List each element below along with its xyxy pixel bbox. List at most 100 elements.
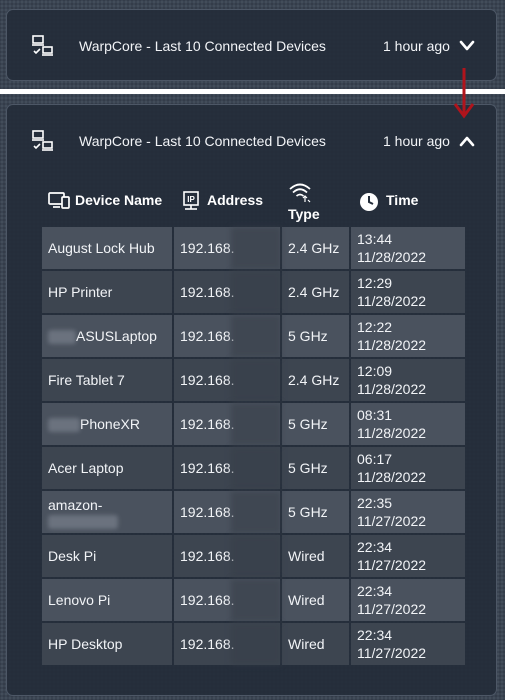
date-value: 11/27/2022 — [357, 513, 427, 529]
time-value: 22:34 — [357, 539, 393, 555]
expanded-widget-card: WarpCore - Last 10 Connected Devices 1 h… — [6, 104, 497, 696]
devices-table: August Lock Hub 192.168. 2.4 GHz 13:44 11/28… — [40, 225, 467, 667]
device-name: amazon- — [48, 497, 103, 513]
table-row[interactable]: Fire Tablet 7 192.168. 2.4 GHz 12:09 11/28/2… — [42, 359, 465, 401]
connection-type: Wired — [282, 623, 349, 665]
col-device-name[interactable]: Device Name — [75, 192, 162, 208]
device-list-icon — [48, 192, 70, 209]
date-value: 11/28/2022 — [357, 293, 427, 309]
devices-icon — [32, 130, 53, 151]
screenshot-divider — [0, 89, 505, 94]
time-cell: 22:35 11/27/2022 — [351, 491, 465, 533]
ip-cell: 192.168. — [174, 359, 281, 401]
table-row[interactable]: PhoneXR 192.168. 5 GHz 08:31 11/28/2022 — [42, 403, 465, 445]
table-row[interactable]: HP Printer 192.168. 2.4 GHz 12:29 11/28/2022 — [42, 271, 465, 313]
table-row[interactable]: August Lock Hub 192.168. 2.4 GHz 13:44 11/28… — [42, 227, 465, 269]
ip-address: 192.168. — [180, 240, 235, 256]
device-name-cell: Fire Tablet 7 — [42, 359, 172, 401]
ip-address: 192.168. — [180, 284, 235, 300]
clock-icon — [360, 193, 378, 211]
redacted-ip — [231, 623, 281, 665]
time-value: 12:29 — [357, 275, 393, 291]
connection-type: 5 GHz — [282, 403, 349, 445]
annotation-arrow-icon — [453, 68, 475, 119]
device-name: ASUSLaptop — [76, 327, 157, 344]
connection-type: Wired — [282, 579, 349, 621]
time-value: 22:34 — [357, 583, 393, 599]
redacted-ip — [231, 359, 281, 401]
table-row[interactable]: Acer Laptop 192.168. 5 GHz 06:17 11/28/2022 — [42, 447, 465, 489]
device-name-cell: HP Printer — [42, 271, 172, 313]
table-row[interactable]: amazon- 192.168. 5 GHz 22:35 11/27/2022 — [42, 491, 465, 533]
date-value: 11/28/2022 — [357, 469, 427, 485]
ip-address: 192.168. — [180, 416, 235, 432]
chevron-down-icon[interactable] — [458, 38, 476, 54]
last-updated: 1 hour ago — [383, 133, 450, 149]
table-row[interactable]: HP Desktop 192.168. Wired 22:34 11/27/2022 — [42, 623, 465, 665]
svg-text:IP: IP — [187, 195, 195, 204]
ip-address: 192.168. — [180, 636, 235, 652]
time-cell: 13:44 11/28/2022 — [351, 227, 465, 269]
connection-type: 2.4 GHz — [282, 359, 349, 401]
date-value: 11/28/2022 — [357, 425, 427, 441]
widget-title: WarpCore - Last 10 Connected Devices — [79, 133, 326, 149]
table-row[interactable]: ASUSLaptop 192.168. 5 GHz 12:22 11/28/2022 — [42, 315, 465, 357]
redacted-ip — [231, 535, 281, 577]
device-name-cell: August Lock Hub — [42, 227, 172, 269]
time-cell: 12:09 11/28/2022 — [351, 359, 465, 401]
date-value: 11/27/2022 — [357, 645, 427, 661]
redacted-text — [48, 515, 118, 529]
ip-cell: 192.168. — [174, 623, 281, 665]
collapsed-widget-card: WarpCore - Last 10 Connected Devices 1 h… — [6, 9, 497, 81]
time-cell: 12:29 11/28/2022 — [351, 271, 465, 313]
redacted-ip — [231, 403, 281, 445]
device-name-cell: PhoneXR — [42, 403, 172, 445]
table-row[interactable]: Desk Pi 192.168. Wired 22:34 11/27/2022 — [42, 535, 465, 577]
ip-cell: 192.168. — [174, 315, 281, 357]
redacted-ip — [231, 491, 281, 533]
connection-type: 2.4 GHz — [282, 271, 349, 313]
device-name: PhoneXR — [80, 415, 140, 432]
ip-address: 192.168. — [180, 504, 235, 520]
devices-icon — [32, 35, 53, 56]
connection-type: Wired — [282, 535, 349, 577]
ip-address: 192.168. — [180, 592, 235, 608]
ip-cell: 192.168. — [174, 491, 281, 533]
col-address[interactable]: Address — [207, 192, 263, 208]
ip-address: 192.168. — [180, 460, 235, 476]
widget-title: WarpCore - Last 10 Connected Devices — [79, 38, 326, 54]
time-cell: 08:31 11/28/2022 — [351, 403, 465, 445]
connection-type: 5 GHz — [282, 447, 349, 489]
date-value: 11/28/2022 — [357, 337, 427, 353]
time-cell: 06:17 11/28/2022 — [351, 447, 465, 489]
device-name: Fire Tablet 7 — [48, 372, 125, 388]
time-value: 06:17 — [357, 451, 393, 467]
time-value: 22:35 — [357, 495, 393, 511]
device-name-cell: Lenovo Pi — [42, 579, 172, 621]
connection-type: 2.4 GHz — [282, 227, 349, 269]
date-value: 11/27/2022 — [357, 601, 427, 617]
widget-header[interactable]: WarpCore - Last 10 Connected Devices 1 h… — [7, 28, 496, 64]
col-type[interactable]: Type — [288, 206, 320, 222]
time-value: 12:22 — [357, 319, 393, 335]
device-name-cell: HP Desktop — [42, 623, 172, 665]
chevron-up-icon[interactable] — [458, 133, 476, 149]
last-updated: 1 hour ago — [383, 38, 450, 54]
connection-type: 5 GHz — [282, 315, 349, 357]
redacted-ip — [231, 579, 281, 621]
redacted-ip — [231, 447, 281, 489]
device-name-cell: amazon- — [42, 491, 172, 533]
time-value: 13:44 — [357, 231, 393, 247]
table-row[interactable]: Lenovo Pi 192.168. Wired 22:34 11/27/2022 — [42, 579, 465, 621]
device-name: Desk Pi — [48, 548, 97, 564]
device-name: Lenovo Pi — [48, 592, 111, 608]
time-cell: 22:34 11/27/2022 — [351, 535, 465, 577]
col-time[interactable]: Time — [386, 192, 418, 208]
redacted-text — [48, 418, 80, 433]
widget-header[interactable]: WarpCore - Last 10 Connected Devices 1 h… — [7, 123, 496, 159]
ip-cell: 192.168. — [174, 535, 281, 577]
device-name-cell: ASUSLaptop — [42, 315, 172, 357]
redacted-ip — [231, 227, 281, 269]
ip-cell: 192.168. — [174, 447, 281, 489]
ip-cell: 192.168. — [174, 227, 281, 269]
